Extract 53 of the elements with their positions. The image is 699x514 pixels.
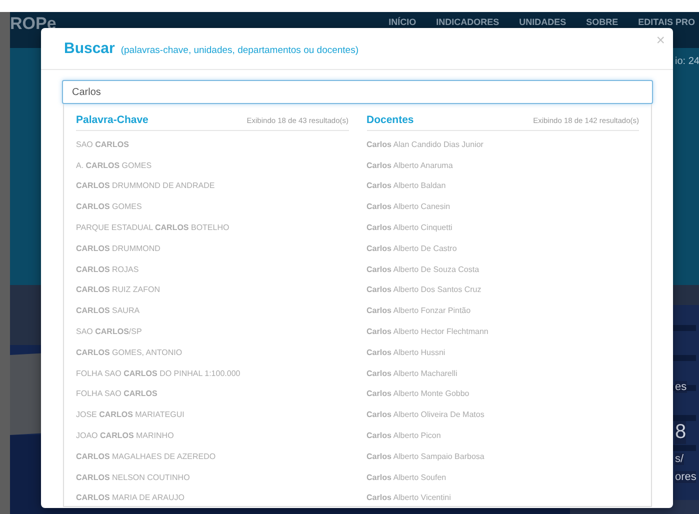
- result-item[interactable]: Carlos Alberto Dos Santos Cruz: [366, 280, 639, 300]
- column-heading: Palavra-Chave: [76, 114, 148, 126]
- site-logo[interactable]: ROPe: [10, 14, 56, 34]
- result-item[interactable]: Carlos Alberto Cinquetti: [366, 217, 639, 238]
- search-field[interactable]: Carlos: [62, 80, 653, 104]
- result-item[interactable]: Carlos Alberto Hussni: [366, 342, 639, 363]
- photo-caption: es: [675, 381, 687, 393]
- column-heading: Docentes: [366, 114, 414, 126]
- result-item[interactable]: Carlos Alberto Vicentini: [366, 488, 639, 508]
- result-item[interactable]: Carlos Alberto Baldan: [366, 176, 639, 196]
- close-button[interactable]: ×: [656, 32, 665, 49]
- result-item[interactable]: Carlos Alberto Oliveira De Matos: [366, 404, 639, 426]
- result-item[interactable]: Carlos Alberto Canesin: [366, 196, 639, 218]
- result-item[interactable]: CARLOS DRUMMOND: [76, 238, 348, 259]
- result-item[interactable]: Carlos Alberto Monte Gobbo: [366, 384, 639, 404]
- result-item[interactable]: CARLOS RUIZ ZAFON: [76, 280, 348, 300]
- result-item[interactable]: CARLOS MAGALHAES DE AZEREDO: [76, 446, 348, 467]
- result-item[interactable]: Carlos Alberto Fonzar Pintão: [366, 300, 639, 322]
- result-item[interactable]: A. CARLOS GOMES: [76, 154, 348, 176]
- result-item[interactable]: SAO CARLOS: [76, 134, 348, 155]
- nav-link[interactable]: INDICADORES: [436, 16, 500, 27]
- result-item[interactable]: CARLOS NELSON COUTINHO: [76, 466, 348, 488]
- photo-caption: ores: [675, 471, 696, 483]
- result-item[interactable]: SAO CARLOS/SP: [76, 321, 348, 342]
- result-item[interactable]: Carlos Alberto Soufen: [366, 466, 639, 488]
- nav-link[interactable]: SOBRE: [586, 16, 618, 27]
- result-item[interactable]: FOLHA SAO CARLOS DO PINHAL 1:100.000: [76, 362, 348, 384]
- result-item[interactable]: Carlos Alberto Sampaio Barbosa: [366, 446, 639, 467]
- nav-link[interactable]: EDITAIS PRO: [638, 16, 695, 27]
- dialog-subtitle: (palavras-chave, unidades, departamentos ou docentes): [120, 45, 359, 56]
- result-item[interactable]: Carlos Alberto Anaruma: [366, 154, 639, 176]
- result-item[interactable]: JOSE CARLOS MARIATEGUI: [76, 404, 348, 426]
- result-item[interactable]: PARQUE ESTADUAL CARLOS BOTELHO: [76, 217, 348, 238]
- result-item[interactable]: CARLOS GOMES, ANTONIO: [76, 342, 348, 363]
- result-item[interactable]: CARLOS GOMES: [76, 196, 348, 218]
- result-item[interactable]: CARLOS ROJAS: [76, 258, 348, 280]
- result-item[interactable]: Carlos Alberto Hector Flechtmann: [366, 321, 639, 342]
- result-item[interactable]: CARLOS DRUMMOND DE ANDRADE: [76, 176, 348, 196]
- result-item[interactable]: CARLOS MARIA DE ARAUJO: [76, 488, 348, 508]
- dialog-title: Buscar: [64, 40, 115, 57]
- result-item[interactable]: Carlos Alberto De Souza Costa: [366, 258, 639, 280]
- result-item[interactable]: Carlos Alan Candido Dias Junior: [366, 134, 639, 155]
- photo-caption: 8: [675, 421, 686, 444]
- result-item[interactable]: JOAO CARLOS MARINHO: [76, 425, 348, 446]
- result-item[interactable]: CARLOS SAURA: [76, 300, 348, 322]
- nav-link[interactable]: UNIDADES: [519, 16, 566, 27]
- result-item[interactable]: FOLHA SAO CARLOS: [76, 384, 348, 404]
- result-item[interactable]: Carlos Alberto Picon: [366, 425, 639, 446]
- nav-link[interactable]: INÍCIO: [388, 16, 416, 27]
- hero-text: io: 24: [675, 56, 699, 67]
- photo-caption: s/: [675, 453, 684, 465]
- result-item[interactable]: Carlos Alberto Macharelli: [366, 362, 639, 384]
- result-item[interactable]: Carlos Alberto De Castro: [366, 238, 639, 259]
